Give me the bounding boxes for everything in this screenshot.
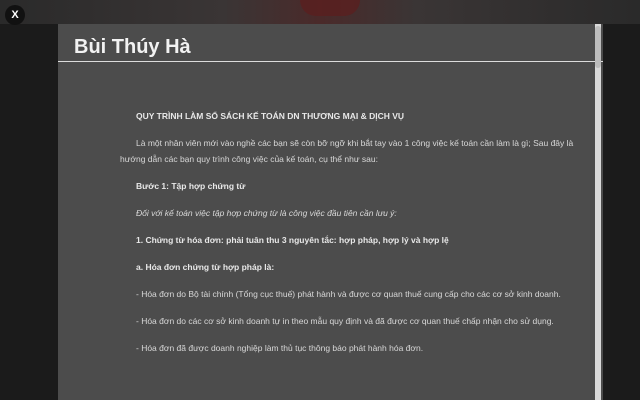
modal-header: Bùi Thúy Hà (58, 24, 603, 62)
backdrop-logo (300, 0, 360, 16)
scrollbar-thumb[interactable] (595, 26, 601, 68)
list-item: - Hóa đơn do Bộ tài chính (Tổng cục thuế… (136, 289, 561, 299)
page-backdrop (0, 0, 640, 24)
close-button[interactable]: X (5, 5, 25, 25)
list-item: - Hóa đơn do các cơ sở kinh doanh tự in … (136, 316, 554, 326)
intro-paragraph: Là một nhân viên mới vào nghề các bạn sẽ… (120, 138, 574, 164)
step-1-note: Đối với kế toán việc tập hợp chứng từ là… (136, 208, 397, 218)
list-item: - Hóa đơn đã được doanh nghiệp làm thủ t… (136, 343, 424, 353)
step-1-heading: Bước 1: Tập hợp chứng từ (136, 181, 246, 191)
section-1-heading: 1. Chứng từ hóa đơn: phải tuân thu 3 ngu… (136, 235, 449, 245)
document-heading: QUY TRÌNH LÀM SỔ SÁCH KẾ TOÁN DN THƯƠNG … (136, 111, 405, 121)
section-a-heading: a. Hóa đơn chứng từ hợp pháp là: (136, 262, 275, 272)
document-modal: Bùi Thúy Hà QUY TRÌNH LÀM SỔ SÁCH KẾ TOÁ… (58, 24, 603, 400)
document-content: QUY TRÌNH LÀM SỔ SÁCH KẾ TOÁN DN THƯƠNG … (120, 108, 590, 367)
modal-title: Bùi Thúy Hà (74, 36, 191, 58)
scrollbar[interactable] (595, 24, 601, 400)
